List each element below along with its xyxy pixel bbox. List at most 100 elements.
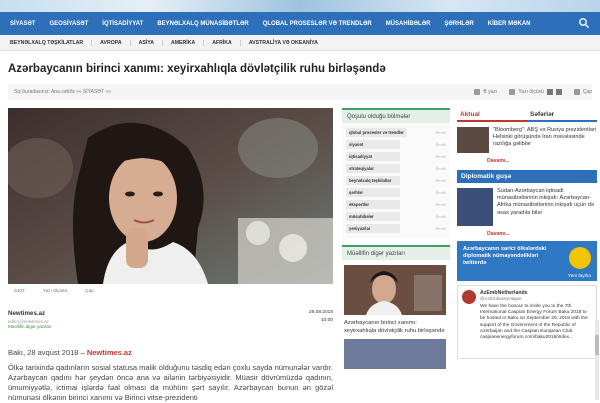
news-thumbnail [457,127,489,153]
category-item[interactable]: müsahibələr Ətraflı [346,211,446,222]
font-size-icon [509,89,516,95]
tool-views: B yazı [474,89,497,95]
category-name[interactable]: ekspertlər [346,200,400,209]
twitter-promo-banner[interactable]: Azərbaycanın xarici ölkələrdəki diplomat… [457,241,597,281]
nav-item-kiber[interactable]: KİBER MƏKAN [488,21,531,27]
category-name[interactable]: şərhlər [346,188,400,197]
subnav-item-amerika[interactable]: AMERİKA [171,39,205,46]
promo-tag: Yeni layihə [567,274,591,279]
article-photo-image [8,108,333,284]
tool-font-size[interactable]: Yazı ölçüsü [509,89,562,95]
tab-actual[interactable]: Aktual [457,108,527,122]
author-posts-heading: Müəllifin digər yazıları [342,245,450,260]
subnav-item-avstraliya[interactable]: AVSTRALİYA VƏ OKEANİYA [249,40,326,46]
nav-item-beynelxalq[interactable]: BEYNƏLXALQ MÜNASİBƏTLƏR [157,21,248,27]
nav-item-geosiyaset[interactable]: GEOSİYASƏT [49,21,88,27]
category-more-link[interactable]: Ətraflı [435,202,446,207]
article-photo [8,108,333,284]
article-lead: Bakı, 28 avqust 2018 – Newtimes.az [8,348,333,358]
categories-list: qlobal proseslər və trendlər Ətraflı siya… [342,123,450,239]
sub-nav: BEYNƏLXALQ TƏŞKİLATLAR AVROPA ASİYA AMER… [0,35,600,51]
tool-views-label: B yazı [483,89,498,95]
subnav-item-afrika[interactable]: AFRİKA [212,39,241,46]
tweet-author-handle[interactable]: @AzEmbassyHague [480,296,522,301]
post-date: 28.08.2018 [308,310,333,315]
diplomatic-thumbnail [457,188,493,226]
avatar [462,290,476,304]
category-more-link[interactable]: Ətraflı [435,214,446,219]
font-decrease-button[interactable] [546,89,553,95]
diplomatic-news-text[interactable]: Sudan-Azərbaycan iqtisadi münasibətlərin… [497,188,597,226]
subnav-item-asiya[interactable]: ASİYA [139,39,163,46]
tool-font-size-label: Yazı ölçüsü [518,89,544,95]
category-name[interactable]: beynəlxalq təşkilatlar [346,176,400,185]
top-banner [0,0,600,12]
category-name[interactable]: iqtisadiyyat [346,152,400,161]
subnav-item-avropa[interactable]: AVROPA [100,39,131,46]
category-more-link[interactable]: Ətraflı [435,130,446,135]
author-posts-link[interactable]: Müəllifin digər yazıları [8,324,52,329]
source-name: Newtimes.az [8,310,46,317]
category-item[interactable]: iqtisadiyyat Ətraflı [346,151,446,162]
promo-text: Azərbaycanın xarici ölkələrdəki diplomat… [463,246,547,266]
nav-item-siyaset[interactable]: SİYASƏT [10,21,35,27]
tool-print-label: Çap [582,89,592,95]
category-item[interactable]: beynəlxalq təşkilatlar Ətraflı [346,175,446,186]
category-item[interactable]: şərhlər Ətraflı [346,187,446,198]
article-meta-bar: Siz buradasınız: Ana səhifə »» SİYASƏT »… [8,84,592,100]
tweet-body: We have the honour to invite you to the … [480,304,588,341]
search-icon[interactable] [578,17,590,29]
category-item[interactable]: ekspertlər Ətraflı [346,199,446,210]
font-increase-button[interactable] [555,89,562,95]
category-item[interactable]: siyasət Ətraflı [346,139,446,150]
category-name[interactable]: yeniyazılar [346,224,400,233]
categories-heading: Qoşulu olduğu bölmələr [342,108,450,123]
category-name[interactable]: strateqiyalar [346,164,400,173]
diplomatic-news-item[interactable]: Sudan-Azərbaycan iqtisadi münasibətlərin… [457,188,597,226]
category-name[interactable]: müsahibələr [346,212,400,221]
category-name[interactable]: qlobal proseslər və trendlər [346,128,407,137]
share-icon [569,247,591,269]
news-more-link[interactable]: Davamı... [487,158,597,164]
tool-print[interactable]: Çap [573,89,592,95]
right-sidebar: Aktual Səfərlər "Bloomberg": ABŞ və Rusi… [457,108,597,359]
nav-item-musahibeler[interactable]: MÜSAHİBƏLƏR [386,21,431,27]
main-nav: SİYASƏT GEOSİYASƏT İQTİSADİYYAT BEYNƏLXA… [0,12,600,35]
category-more-link[interactable]: Ətraflı [435,178,446,183]
news-item-text[interactable]: "Bloomberg": ABŞ və Rusiya prezidentləri… [493,127,597,153]
author-post-thumbnail[interactable] [344,265,446,315]
article-body-text: Ölkə tarixində qadınların sosial statusa… [8,363,333,402]
sidebar-tabs: Aktual Səfərlər [457,108,597,122]
diplomatic-more-link[interactable]: Davamı... [487,231,597,237]
diplomatic-heading: Diplomatik guşə [457,170,597,183]
nav-item-serhler[interactable]: ŞƏRHLƏR [444,21,473,27]
categories-column: Qoşulu olduğu bölmələr qlobal proseslər … [342,108,450,369]
tweet-scrollbar-thumb[interactable] [595,335,599,355]
author-post-image [344,265,446,315]
category-more-link[interactable]: Ətraflı [435,190,446,195]
category-name[interactable]: siyasət [346,140,400,149]
page-title: Azərbaycanın birinci xanımı: xeyirxahlıq… [8,63,386,75]
author-post-title[interactable]: Azərbaycanın birinci xanımı: xeyirxahlıq… [344,319,448,335]
tab-trips[interactable]: Səfərlər [527,108,597,122]
font-size-control[interactable]: Yazı ölçüsü [43,289,67,294]
breadcrumb[interactable]: Siz buradasınız: Ana səhifə »» SİYASƏT »… [14,89,462,95]
category-more-link[interactable]: Ətraflı [435,166,446,171]
tweet-scrollbar[interactable] [595,320,599,400]
category-more-link[interactable]: Ətraflı [435,154,446,159]
subnav-item-teskilatlar[interactable]: BEYNƏLXALQ TƏŞKİLATLAR [10,39,93,46]
lead-source[interactable]: Newtimes.az [87,348,132,357]
news-item[interactable]: "Bloomberg": ABŞ və Rusiya prezidentləri… [457,127,597,153]
print-link[interactable]: Çap [85,289,94,294]
author-block: Newtimes.az editor@newtimes.az Müəllifin… [8,310,333,332]
category-item[interactable]: yeniyazılar Ətraflı [346,223,446,234]
view-icon [474,89,481,95]
article-body: Bakı, 28 avqust 2018 – Newtimes.az Ölkə … [8,348,333,403]
category-item[interactable]: qlobal proseslər və trendlər Ətraflı [346,127,446,138]
nav-item-qlobal[interactable]: QLOBAL PROSESLƏR VƏ TRENDLƏR [263,21,372,27]
category-item[interactable]: strateqiyalar Ətraflı [346,163,446,174]
category-more-link[interactable]: Ətraflı [435,226,446,231]
nav-item-iqtisadiyyat[interactable]: İQTİSADİYYAT [102,21,143,27]
category-more-link[interactable]: Ətraflı [435,142,446,147]
author-post-thumbnail-2[interactable] [344,339,446,369]
